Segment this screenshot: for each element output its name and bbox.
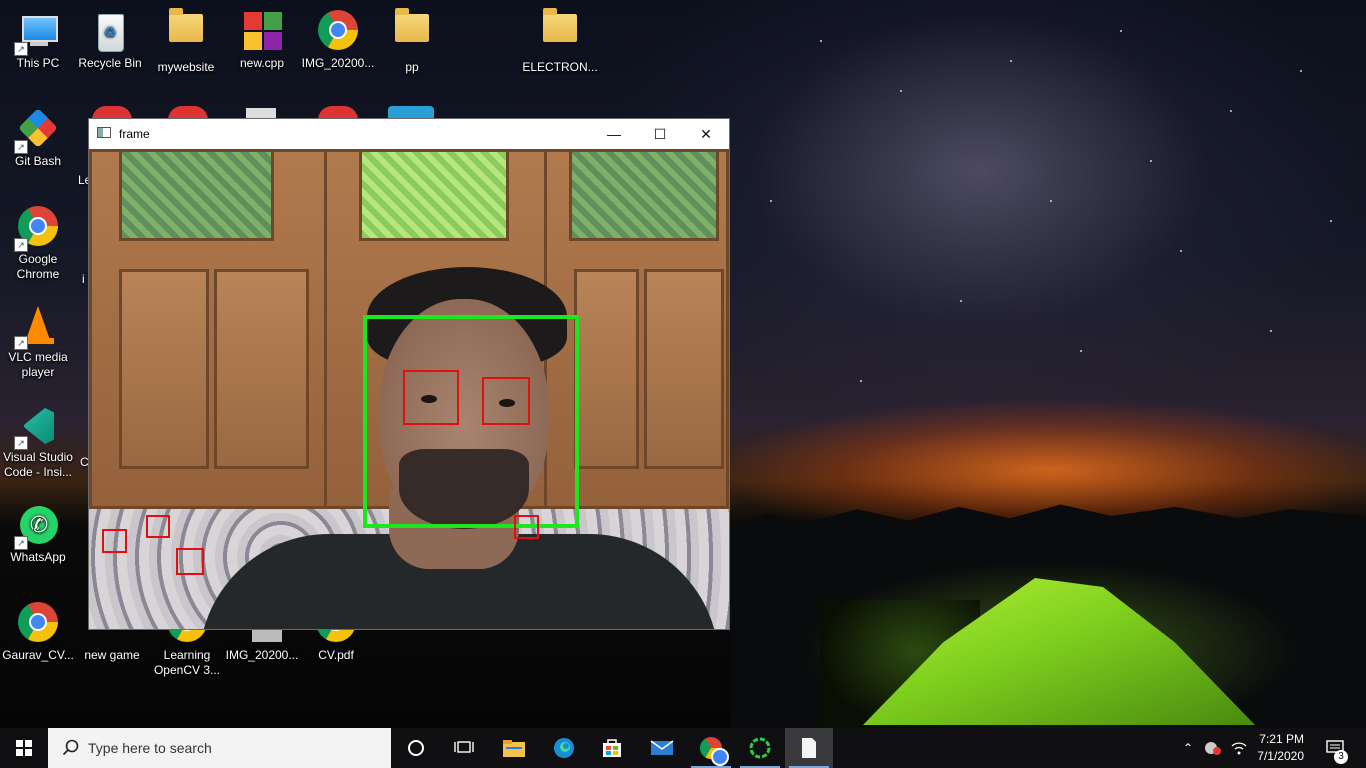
taskbar: Type here to search ⌃ 7:21 PM 7/1/2020 3 xyxy=(0,728,1366,768)
false-detection-box xyxy=(176,548,204,575)
window-title: frame xyxy=(119,127,150,141)
cortana-button[interactable] xyxy=(392,728,440,768)
start-button[interactable] xyxy=(0,728,48,768)
desktop-icon-img-1[interactable]: IMG_20200... xyxy=(300,4,376,94)
desktop-icon-google-chrome[interactable]: ↗ Google Chrome xyxy=(0,200,76,290)
cabinet-door xyxy=(119,269,209,469)
chrome-icon xyxy=(16,602,60,646)
chrome-icon xyxy=(700,737,729,766)
search-icon xyxy=(62,739,79,756)
codeblocks-file-icon xyxy=(240,10,284,54)
maximize-icon: ☐ xyxy=(653,125,667,142)
window-app-icon xyxy=(97,127,111,138)
minimize-button[interactable]: — xyxy=(591,119,637,149)
action-center-button[interactable]: 3 xyxy=(1316,728,1356,768)
desktop-icon-gaurav-cv[interactable]: Gaurav_CV... xyxy=(0,596,76,686)
store-icon xyxy=(603,739,621,757)
chrome-icon: ↗ xyxy=(14,206,60,252)
task-view-icon xyxy=(454,741,474,753)
app-loading-icon xyxy=(749,737,771,759)
git-icon: ↗ xyxy=(14,108,60,154)
desktop-icon-electron[interactable]: ELECTRON... xyxy=(522,4,598,94)
windows-logo-icon xyxy=(16,740,32,756)
mail-button[interactable] xyxy=(638,728,686,768)
frame-window-taskbar-button[interactable] xyxy=(785,728,833,768)
search-placeholder: Type here to search xyxy=(88,740,212,756)
recycle-bin-icon: ♻ xyxy=(88,10,132,54)
wifi-button[interactable] xyxy=(1226,728,1252,768)
close-button[interactable]: ✕ xyxy=(683,119,729,149)
false-detection-box xyxy=(102,529,127,553)
vlc-cone-icon: ↗ xyxy=(14,304,60,350)
desktop-icon-whatsapp[interactable]: ✆ ↗ WhatsApp xyxy=(0,498,76,588)
mail-icon xyxy=(650,740,674,755)
minimize-icon: — xyxy=(607,126,621,142)
show-hidden-icons-button[interactable]: ⌃ xyxy=(1176,728,1200,768)
network-status-button[interactable] xyxy=(1200,728,1226,768)
eye-detection-box xyxy=(403,370,459,425)
glass-panel-center xyxy=(359,149,509,241)
desktop-icon-vlc[interactable]: ↗ VLC media player xyxy=(0,298,76,388)
chrome-taskbar-button[interactable] xyxy=(687,728,735,768)
desktop-icon-new-cpp[interactable]: new.cpp xyxy=(224,4,300,94)
cortana-icon xyxy=(408,740,424,756)
clock-date: 7/1/2020 xyxy=(1257,749,1304,763)
folder-icon xyxy=(164,8,208,58)
false-detection-box xyxy=(514,515,539,539)
folder-icon xyxy=(538,8,582,58)
document-icon xyxy=(802,738,816,758)
desktop-icon-git-bash[interactable]: ↗ Git Bash xyxy=(0,102,76,192)
edge-icon xyxy=(554,738,574,758)
store-button[interactable] xyxy=(588,728,636,768)
vscode-icon: ↗ xyxy=(14,404,60,450)
eye-detection-box xyxy=(482,377,530,425)
desktop-icon-recycle-bin[interactable]: ♻ Recycle Bin xyxy=(72,4,148,94)
maximize-button[interactable]: ☐ xyxy=(637,119,683,149)
whatsapp-icon: ✆ ↗ xyxy=(14,504,60,550)
false-detection-box xyxy=(146,515,170,538)
face-detection-box xyxy=(363,315,579,528)
desktop-icon-pp[interactable]: pp xyxy=(374,4,450,94)
desktop-icon-this-pc[interactable]: ↗ This PC xyxy=(0,4,76,94)
loading-app-button[interactable] xyxy=(736,728,784,768)
cabinet-door xyxy=(574,269,639,469)
desktop-icon-vscode-insiders[interactable]: ↗ Visual Studio Code - Insi... xyxy=(0,398,76,488)
computer-icon: ↗ xyxy=(14,10,60,56)
glass-panel-right xyxy=(569,149,719,241)
cabinet-door xyxy=(214,269,309,469)
clock-time: 7:21 PM xyxy=(1259,732,1304,746)
notification-badge: 3 xyxy=(1334,750,1348,764)
camera-feed xyxy=(89,149,729,629)
folder-icon xyxy=(390,8,434,58)
desktop-icon-mywebsite[interactable]: mywebsite xyxy=(148,4,224,94)
search-input[interactable]: Type here to search xyxy=(48,728,391,768)
cabinet-door xyxy=(644,269,724,469)
file-explorer-button[interactable] xyxy=(490,728,538,768)
network-error-icon xyxy=(1205,742,1221,755)
close-icon: ✕ xyxy=(700,125,712,142)
file-explorer-icon xyxy=(503,740,525,757)
chrome-icon xyxy=(316,10,360,54)
title-bar[interactable]: frame — ☐ ✕ xyxy=(89,119,729,149)
partial-label: i xyxy=(82,272,85,286)
task-view-button[interactable] xyxy=(440,728,488,768)
edge-button[interactable] xyxy=(540,728,588,768)
glass-panel-left xyxy=(119,149,274,241)
frame-window[interactable]: frame — ☐ ✕ xyxy=(88,118,730,630)
chevron-up-icon: ⌃ xyxy=(1182,741,1194,755)
wifi-icon xyxy=(1231,742,1247,755)
